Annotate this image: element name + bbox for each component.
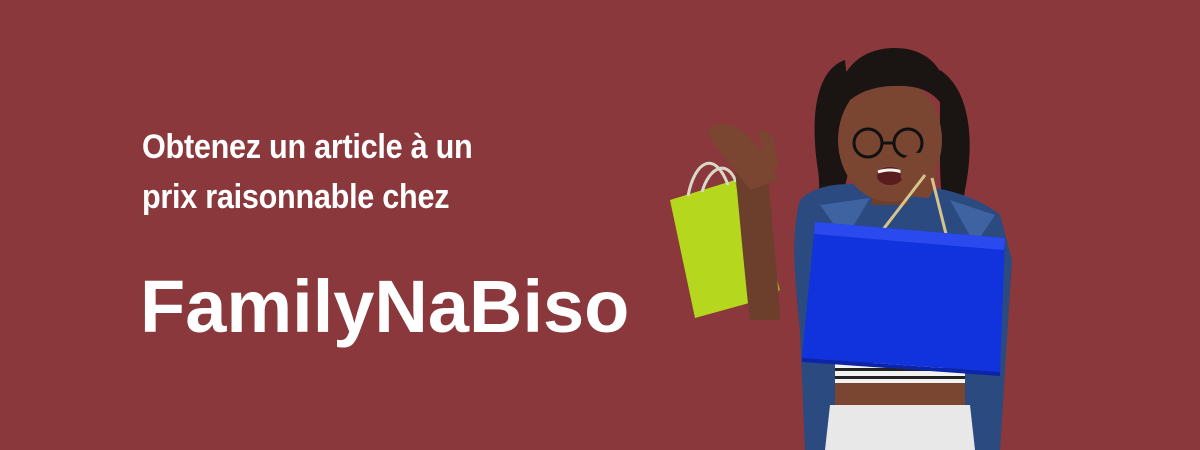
woman-with-shopping-bags-icon <box>670 48 1012 450</box>
brand-name: FamilyNaBiso <box>140 265 630 348</box>
tagline: Obtenez un article à un prix raisonnable… <box>142 122 574 222</box>
promo-banner: Obtenez un article à un prix raisonnable… <box>0 0 1200 450</box>
tagline-line-1: Obtenez un article à un <box>142 128 473 166</box>
shopper-photo <box>640 0 1040 450</box>
tagline-line-2: prix raisonnable chez <box>142 178 450 216</box>
